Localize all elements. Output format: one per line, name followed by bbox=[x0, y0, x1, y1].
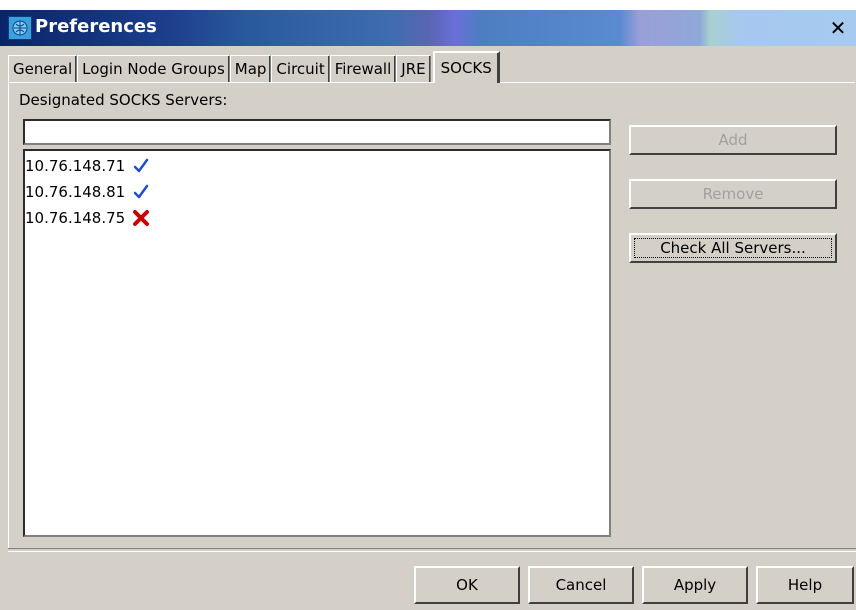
tab-firewall[interactable]: Firewall bbox=[329, 55, 397, 82]
tab-circuit[interactable]: Circuit bbox=[271, 55, 330, 82]
ok-button[interactable]: OK bbox=[414, 566, 520, 604]
add-button[interactable]: Add bbox=[629, 125, 837, 155]
cancel-button[interactable]: Cancel bbox=[528, 566, 634, 604]
checkmark-icon bbox=[131, 182, 151, 202]
window-title: Preferences bbox=[35, 16, 157, 37]
preferences-dialog: Preferences ✕ General Login Node Groups … bbox=[0, 10, 856, 610]
tab-map[interactable]: Map bbox=[229, 55, 272, 82]
footer-divider bbox=[8, 548, 856, 552]
tab-strip: General Login Node Groups Map Circuit Fi… bbox=[8, 51, 500, 83]
server-address-input[interactable] bbox=[23, 119, 611, 145]
close-icon[interactable]: ✕ bbox=[826, 16, 850, 40]
socks-server-list[interactable]: 10.76.148.71 10.76.148.81 10.76.148.75 bbox=[23, 149, 611, 537]
globe-network-icon bbox=[8, 16, 32, 40]
check-all-servers-button[interactable]: Check All Servers... bbox=[629, 233, 837, 263]
red-x-icon bbox=[131, 208, 151, 228]
list-item[interactable]: 10.76.148.81 bbox=[25, 179, 609, 205]
apply-button[interactable]: Apply bbox=[642, 566, 748, 604]
tab-general[interactable]: General bbox=[8, 55, 78, 82]
socks-panel: Designated SOCKS Servers: 10.76.148.71 1… bbox=[8, 82, 855, 549]
title-bar[interactable]: Preferences ✕ bbox=[0, 10, 856, 46]
list-item[interactable]: 10.76.148.71 bbox=[25, 153, 609, 179]
tab-socks[interactable]: SOCKS bbox=[432, 51, 500, 83]
remove-button[interactable]: Remove bbox=[629, 179, 837, 209]
help-button[interactable]: Help bbox=[756, 566, 854, 604]
tab-jre[interactable]: JRE bbox=[396, 55, 431, 82]
list-item[interactable]: 10.76.148.75 bbox=[25, 205, 609, 231]
server-address: 10.76.148.71 bbox=[25, 157, 126, 175]
tab-login-node-groups[interactable]: Login Node Groups bbox=[77, 55, 230, 82]
server-address: 10.76.148.81 bbox=[25, 183, 126, 201]
server-address: 10.76.148.75 bbox=[25, 209, 126, 227]
socks-servers-label: Designated SOCKS Servers: bbox=[19, 91, 228, 109]
checkmark-icon bbox=[131, 156, 151, 176]
